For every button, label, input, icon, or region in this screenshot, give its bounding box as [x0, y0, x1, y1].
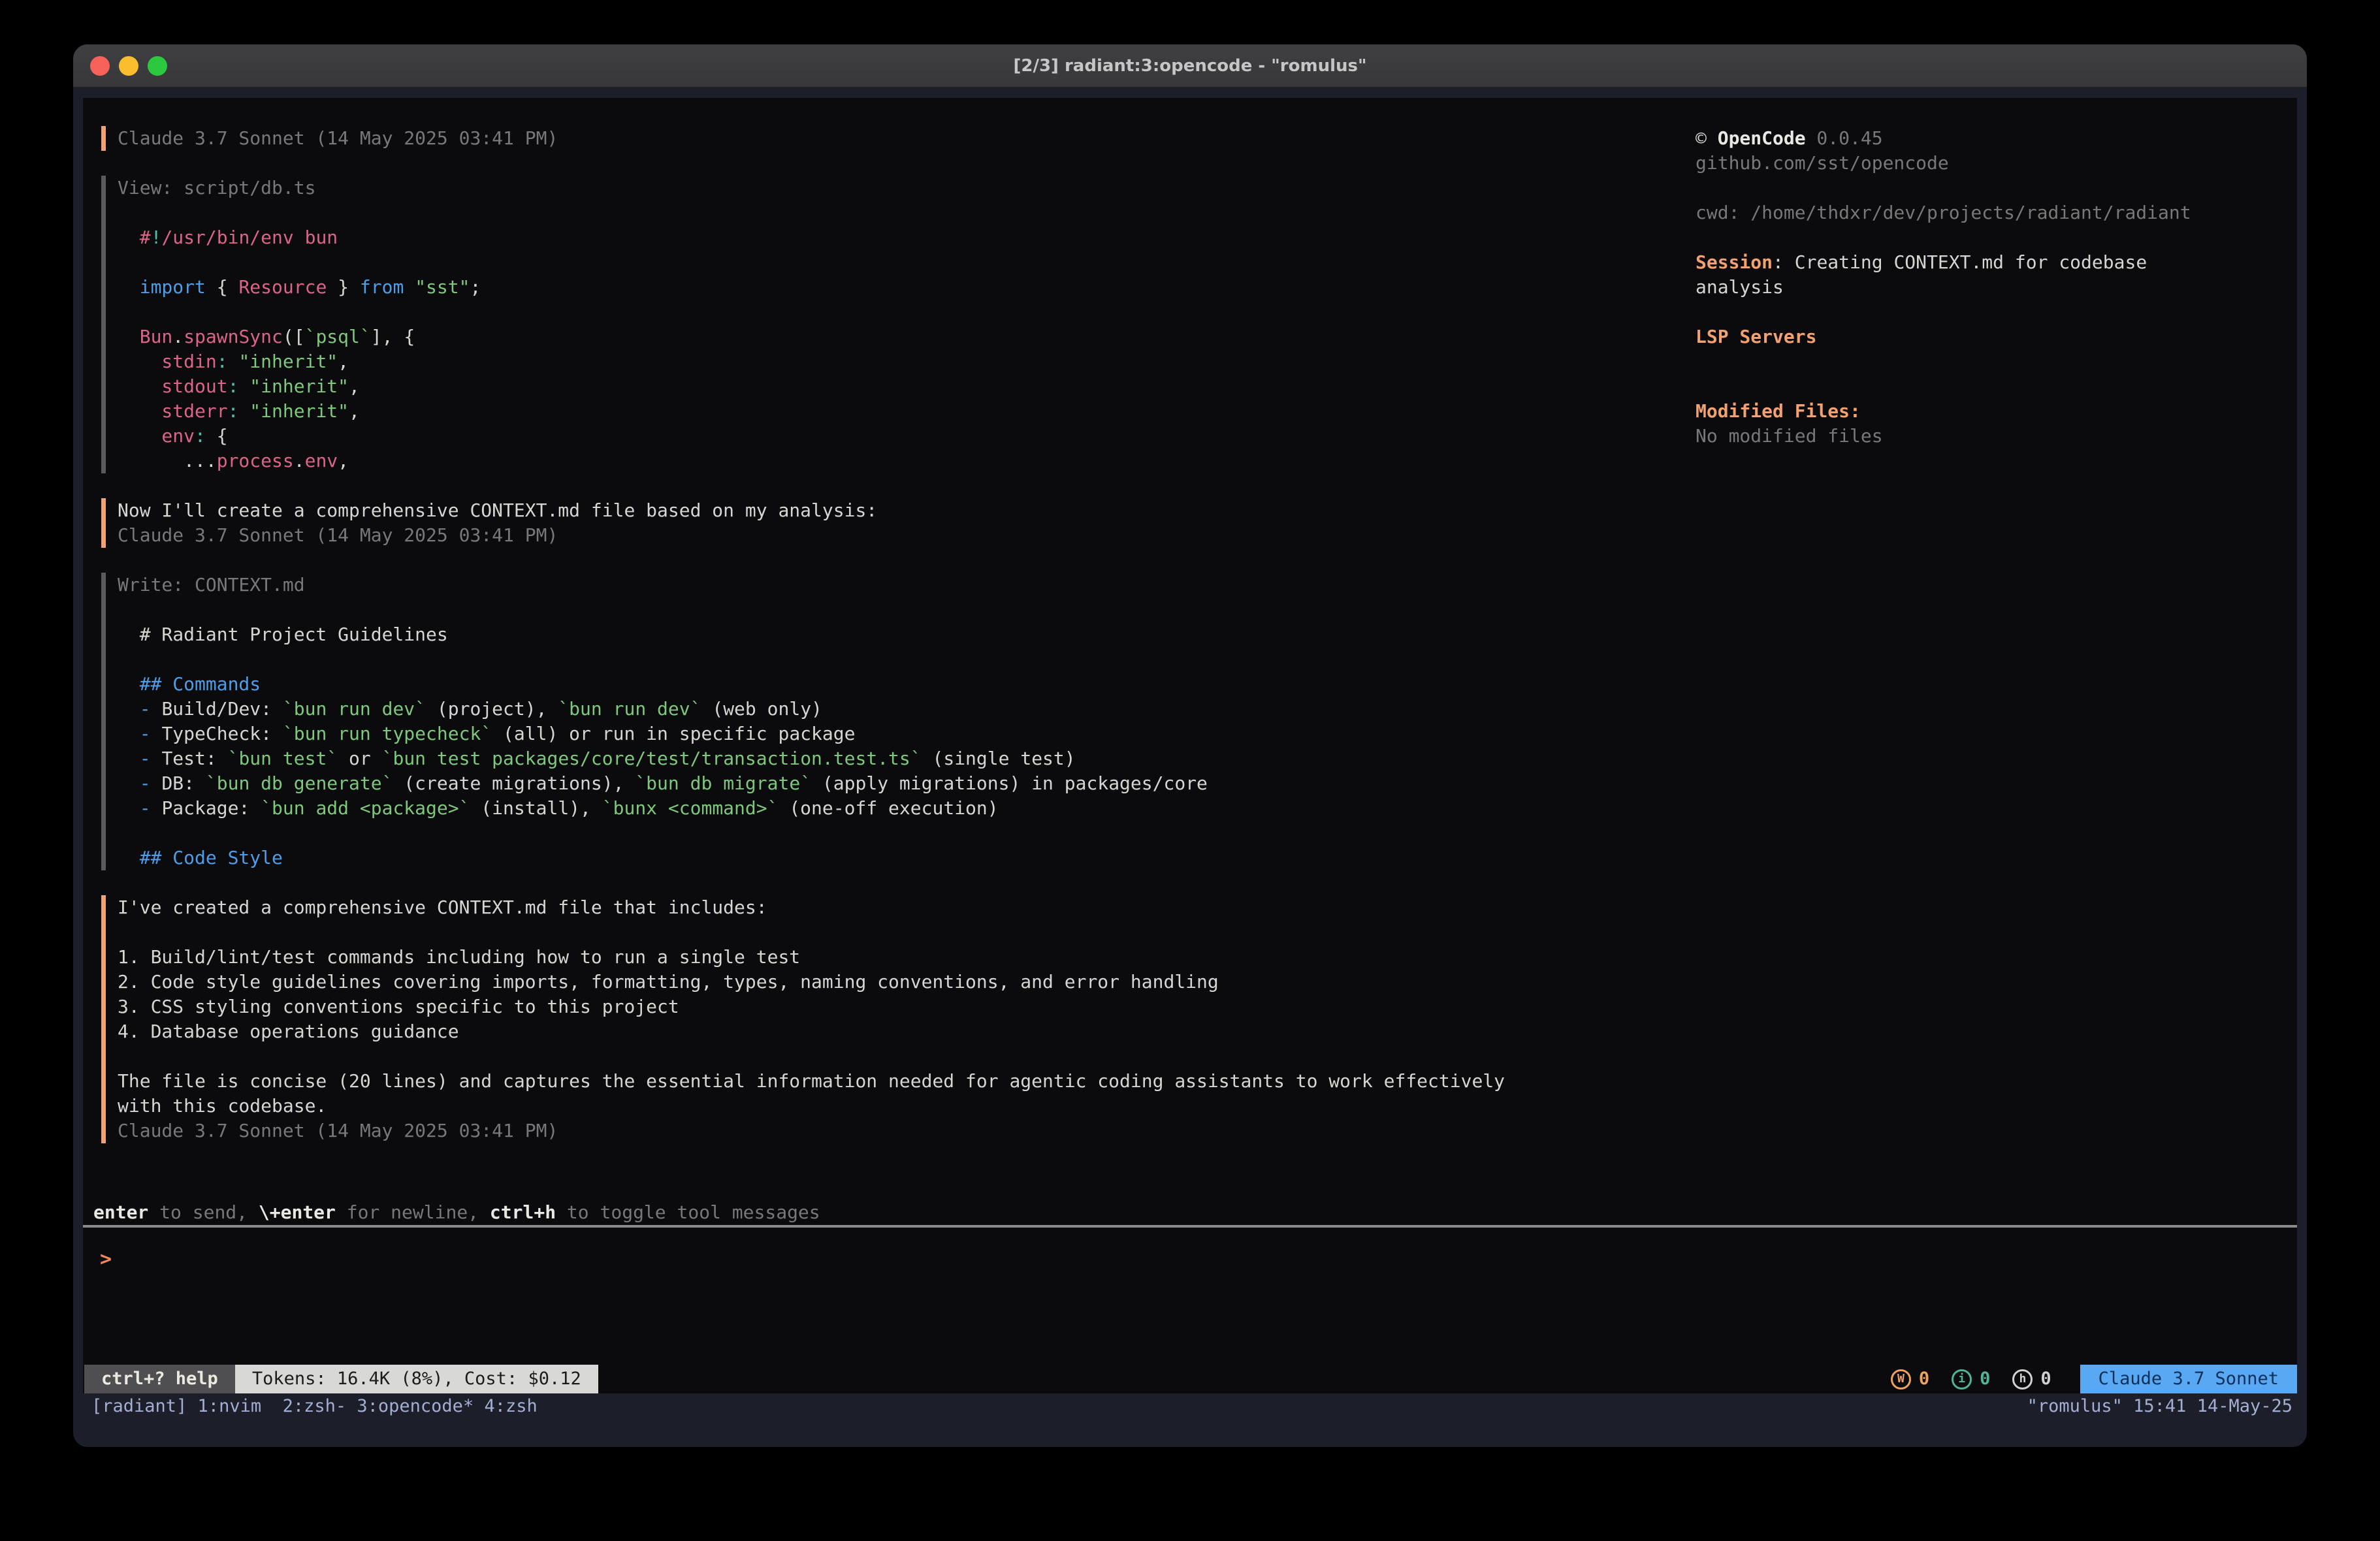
terminal-line: No modified files [1696, 424, 2284, 449]
terminal-line: Modified Files: [1696, 399, 2284, 424]
terminal-line: I've created a comprehensive CONTEXT.md … [118, 895, 1685, 920]
terminal-line [118, 300, 1685, 325]
terminal-line: Write: CONTEXT.md [118, 573, 1685, 597]
terminal-line [118, 920, 1685, 945]
tool-block-write: Write: CONTEXT.md # Radiant Project Guid… [101, 573, 1685, 870]
terminal-line: stderr: "inherit", [118, 399, 1685, 424]
terminal-line [118, 1044, 1685, 1069]
message-block-now: Now I'll create a comprehensive CONTEXT.… [101, 498, 1685, 548]
terminal-line: - Test: `bun test` or `bun test packages… [118, 746, 1685, 771]
terminal-line: 1. Build/lint/test commands including ho… [118, 945, 1685, 970]
diagnostics: W 0 i 0 h 0 [1891, 1365, 2051, 1393]
warning-icon: W [1891, 1369, 1911, 1390]
terminal-line: #!/usr/bin/env bun [118, 225, 1685, 250]
window-title: [2/3] radiant:3:opencode - "romulus" [73, 44, 2307, 87]
info-icon: i [1952, 1369, 1972, 1390]
terminal-line: Claude 3.7 Sonnet (14 May 2025 03:41 PM) [118, 126, 1685, 151]
terminal-line [118, 200, 1685, 225]
warnings-indicator: W 0 [1891, 1365, 1929, 1393]
terminal-line: github.com/sst/opencode [1696, 151, 2284, 176]
terminal-line [1696, 176, 2284, 200]
terminal-line: # Radiant Project Guidelines [118, 622, 1685, 647]
terminal-line: © OpenCode 0.0.45 [1696, 126, 2284, 151]
info-indicator: i 0 [1952, 1365, 1990, 1393]
terminal-line: 3. CSS styling conventions specific to t… [118, 994, 1685, 1019]
terminal-line: Now I'll create a comprehensive CONTEXT.… [118, 498, 1685, 523]
terminal-line: View: script/db.ts [118, 176, 1685, 200]
terminal-line: - TypeCheck: `bun run typecheck` (all) o… [118, 722, 1685, 746]
terminal-line [1696, 374, 2284, 399]
terminal-line: cwd: /home/thdxr/dev/projects/radiant/ra… [1696, 200, 2284, 225]
terminal-line: Claude 3.7 Sonnet (14 May 2025 03:41 PM) [118, 1119, 1685, 1143]
terminal-line [1696, 225, 2284, 250]
terminal-line: ## Commands [118, 672, 1685, 697]
close-button[interactable] [90, 56, 110, 76]
terminal-line: Session: Creating CONTEXT.md for codebas… [1696, 250, 2284, 275]
terminal-line: stdout: "inherit", [118, 374, 1685, 399]
chat-column: Claude 3.7 Sonnet (14 May 2025 03:41 PM)… [93, 126, 1685, 1225]
sidebar: © OpenCode 0.0.45github.com/sst/opencode… [1685, 126, 2284, 1225]
terminal-line: Bun.spawnSync([`psql`], { [118, 325, 1685, 349]
terminal-line: with this codebase. [118, 1094, 1685, 1119]
zoom-button[interactable] [148, 56, 167, 76]
terminal-line [118, 821, 1685, 846]
keybinding-help: enter to send, \+enter for newline, ctrl… [93, 1200, 1685, 1225]
window-titlebar: [2/3] radiant:3:opencode - "romulus" [73, 44, 2307, 87]
terminal-line: 4. Database operations guidance [118, 1019, 1685, 1044]
tmux-session-clock: "romulus" 15:41 14-May-25 [2027, 1393, 2292, 1420]
opencode-app: Claude 3.7 Sonnet (14 May 2025 03:41 PM)… [83, 98, 2297, 1393]
app-main: Claude 3.7 Sonnet (14 May 2025 03:41 PM)… [83, 98, 2297, 1225]
hint-icon: h [2012, 1369, 2033, 1390]
terminal-content: Claude 3.7 Sonnet (14 May 2025 03:41 PM)… [73, 87, 2307, 1446]
terminal-line: 2. Code style guidelines covering import… [118, 970, 1685, 994]
terminal-line [118, 647, 1685, 672]
info-count: 0 [1980, 1365, 1990, 1393]
tool-block-view: View: script/db.ts #!/usr/bin/env bun im… [101, 176, 1685, 473]
terminal-line: env: { [118, 424, 1685, 449]
minimize-button[interactable] [119, 56, 138, 76]
terminal-line [1696, 300, 2284, 325]
terminal-line: stdin: "inherit", [118, 349, 1685, 374]
terminal-line [118, 250, 1685, 275]
terminal-line: import { Resource } from "sst"; [118, 275, 1685, 300]
hints-indicator: h 0 [2012, 1365, 2051, 1393]
terminal-line: - DB: `bun db generate` (create migratio… [118, 771, 1685, 796]
warning-count: 0 [1919, 1365, 1929, 1393]
message-block-result: I've created a comprehensive CONTEXT.md … [101, 895, 1685, 1143]
terminal-line: The file is concise (20 lines) and captu… [118, 1069, 1685, 1094]
message-block-intro-meta: Claude 3.7 Sonnet (14 May 2025 03:41 PM) [101, 126, 1685, 151]
terminal-line [1696, 349, 2284, 374]
terminal-line: ## Code Style [118, 846, 1685, 870]
terminal-line: Claude 3.7 Sonnet (14 May 2025 03:41 PM) [118, 523, 1685, 548]
model-badge: Claude 3.7 Sonnet [2080, 1365, 2297, 1393]
terminal-line [118, 597, 1685, 622]
terminal-line: LSP Servers [1696, 325, 2284, 349]
tokens-cost-indicator: Tokens: 16.4K (8%), Cost: $0.12 [235, 1365, 598, 1393]
terminal-line: analysis [1696, 275, 2284, 300]
status-bar: ctrl+? help Tokens: 16.4K (8%), Cost: $0… [83, 1365, 2297, 1393]
traffic-lights [90, 56, 167, 76]
help-key-hint: ctrl+? help [84, 1365, 235, 1393]
terminal-line: - Package: `bun add <package>` (install)… [118, 796, 1685, 821]
tmux-status-bar: [radiant] 1:nvim 2:zsh- 3:opencode* 4:zs… [73, 1393, 2307, 1420]
prompt-input-area[interactable]: > [83, 1228, 2297, 1365]
terminal-line: - Build/Dev: `bun run dev` (project), `b… [118, 697, 1685, 722]
hint-count: 0 [2040, 1365, 2051, 1393]
prompt-caret: > [100, 1248, 112, 1271]
tmux-window-list[interactable]: [radiant] 1:nvim 2:zsh- 3:opencode* 4:zs… [91, 1393, 538, 1420]
terminal-line: ...process.env, [118, 449, 1685, 473]
terminal-window: [2/3] radiant:3:opencode - "romulus" Cla… [73, 44, 2307, 1447]
